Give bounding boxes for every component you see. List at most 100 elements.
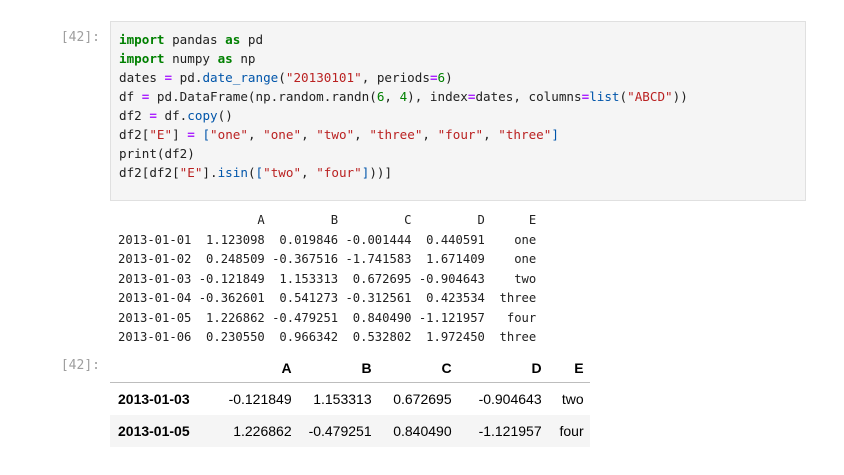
stdout-line: A B C D E <box>118 213 537 227</box>
code-line: dates = pd.date_range("20130101", period… <box>119 68 688 87</box>
code-line: import pandas as pd <box>119 30 688 49</box>
code-token: "one" <box>210 127 248 142</box>
code-token: df. <box>156 108 188 123</box>
table-cell: -0.904643 <box>478 390 542 407</box>
table-cell: -0.479251 <box>308 422 372 439</box>
code-token: "20130101" <box>285 70 362 85</box>
code-token: df <box>119 89 142 104</box>
stdout-line: 2013-01-04 -0.362601 0.541273 -0.312561 … <box>118 291 537 305</box>
stdout-line: 2013-01-02 0.248509 -0.367516 -1.741583 … <box>118 252 537 266</box>
table-cell: 1.153313 <box>313 390 372 407</box>
code-token: "ABCD" <box>627 89 673 104</box>
code-token: , <box>301 165 317 180</box>
code-token: , <box>301 127 317 142</box>
code-token: import <box>119 32 165 47</box>
table-cell: 0.840490 <box>393 422 452 439</box>
code-token: ))] <box>369 165 393 180</box>
stdout-line: 2013-01-06 0.230550 0.966342 0.532802 1.… <box>118 330 537 344</box>
code-token: )) <box>672 89 688 104</box>
column-header: C <box>377 354 458 383</box>
code-token: df2[df2[ <box>119 165 180 180</box>
code-token: pd. <box>172 70 203 85</box>
code-token: ( <box>278 70 286 85</box>
code-token: dates, columns <box>475 89 582 104</box>
table-cell: -0.121849 <box>228 390 292 407</box>
code-token: , <box>422 127 438 142</box>
code-token: ] <box>172 127 188 142</box>
code-token: pd.DataFrame(np.random.randn( <box>149 89 377 104</box>
code-token: as <box>225 32 241 47</box>
code-token: "two" <box>316 127 355 142</box>
stdout-line: 2013-01-03 -0.121849 1.153313 0.672695 -… <box>118 271 537 286</box>
code-token: () <box>217 108 233 123</box>
code-token: print(df2) <box>119 146 195 161</box>
code-token: "one" <box>263 127 302 142</box>
table-cell: -1.121957 <box>478 422 542 439</box>
code-token: , <box>247 127 264 142</box>
table-row: 2013-01-03 -0.121849 1.153313 0.672695 -… <box>110 383 590 415</box>
code-token: , <box>354 127 370 142</box>
code-token: "four" <box>437 127 484 142</box>
stdout-line: 2013-01-01 1.123098 0.019846 -0.001444 0… <box>118 232 537 247</box>
code-token: date_range <box>202 70 279 85</box>
code-token: , <box>384 89 400 104</box>
code-token: "E" <box>179 165 203 180</box>
code-token: ) <box>445 70 453 85</box>
code-token: "four" <box>316 165 362 180</box>
code-line: print(df2) <box>119 144 688 163</box>
code-token: "two" <box>263 165 302 180</box>
table-cell: 0.672695 <box>393 390 452 407</box>
table-cell: 1.226862 <box>233 422 292 439</box>
output-prompt: [42]: <box>60 358 100 373</box>
code-token: import <box>119 51 165 66</box>
row-index: 2013-01-03 <box>118 390 190 407</box>
code-token: isin <box>217 165 248 180</box>
code-token: "three" <box>369 127 423 142</box>
code-token: [ <box>255 165 264 180</box>
code-line: df2["E"] = ["one", "one", "two", "three"… <box>119 125 688 144</box>
index-header <box>110 354 196 383</box>
row-index: 2013-01-05 <box>118 422 190 439</box>
code-token: pandas <box>164 32 226 47</box>
code-token: "E" <box>149 127 173 142</box>
code-editor[interactable]: import pandas as pd import numpy as np dat… <box>119 30 688 182</box>
code-token: as <box>217 51 233 66</box>
code-cell[interactable]: import pandas as pd import numpy as np dat… <box>110 21 806 201</box>
column-header: D <box>457 354 548 383</box>
code-token: dates <box>119 70 165 85</box>
table-header-row: A B C D E <box>110 354 590 383</box>
code-token: pd <box>240 32 264 47</box>
column-header: E <box>547 354 590 383</box>
code-line: import numpy as np <box>119 49 688 68</box>
code-token: , <box>483 127 499 142</box>
input-prompt: [42]: <box>60 30 100 45</box>
code-token: np <box>232 51 256 66</box>
result-dataframe: A B C D E 2013-01-03 -0.121849 1.153313 … <box>110 354 590 447</box>
table-cell: four <box>559 422 584 439</box>
code-line: df2 = df.copy() <box>119 106 688 125</box>
code-token: numpy <box>164 51 218 66</box>
code-token: , periods <box>361 70 430 85</box>
code-token: 6 <box>437 70 446 85</box>
code-token: df2 <box>119 108 150 123</box>
code-token: ]. <box>202 165 218 180</box>
code-token: = <box>429 70 438 85</box>
stdout-output: A B C D E 2013-01-01 1.123098 0.019846 -0… <box>118 211 536 348</box>
code-token: ( <box>619 89 628 104</box>
code-token: "three" <box>498 127 552 142</box>
code-token: ] <box>551 127 559 142</box>
code-line: df = pd.DataFrame(np.random.randn(6, 4),… <box>119 87 688 106</box>
code-token: = <box>164 70 173 85</box>
code-token: ( <box>247 165 256 180</box>
code-token: df2[ <box>119 127 150 142</box>
stdout-line: 2013-01-05 1.226862 -0.479251 0.840490 -… <box>118 310 537 325</box>
code-token: list <box>589 89 620 104</box>
code-line: df2[df2["E"].isin(["two", "four"]))] <box>119 163 688 182</box>
column-header: A <box>195 354 298 383</box>
code-token: ), index <box>407 89 468 104</box>
code-token: = <box>149 108 157 123</box>
table-row: 2013-01-05 1.226862 -0.479251 0.840490 -… <box>110 414 590 447</box>
code-token: [ <box>202 127 211 142</box>
column-header: B <box>297 354 378 383</box>
code-token: = <box>187 127 195 142</box>
